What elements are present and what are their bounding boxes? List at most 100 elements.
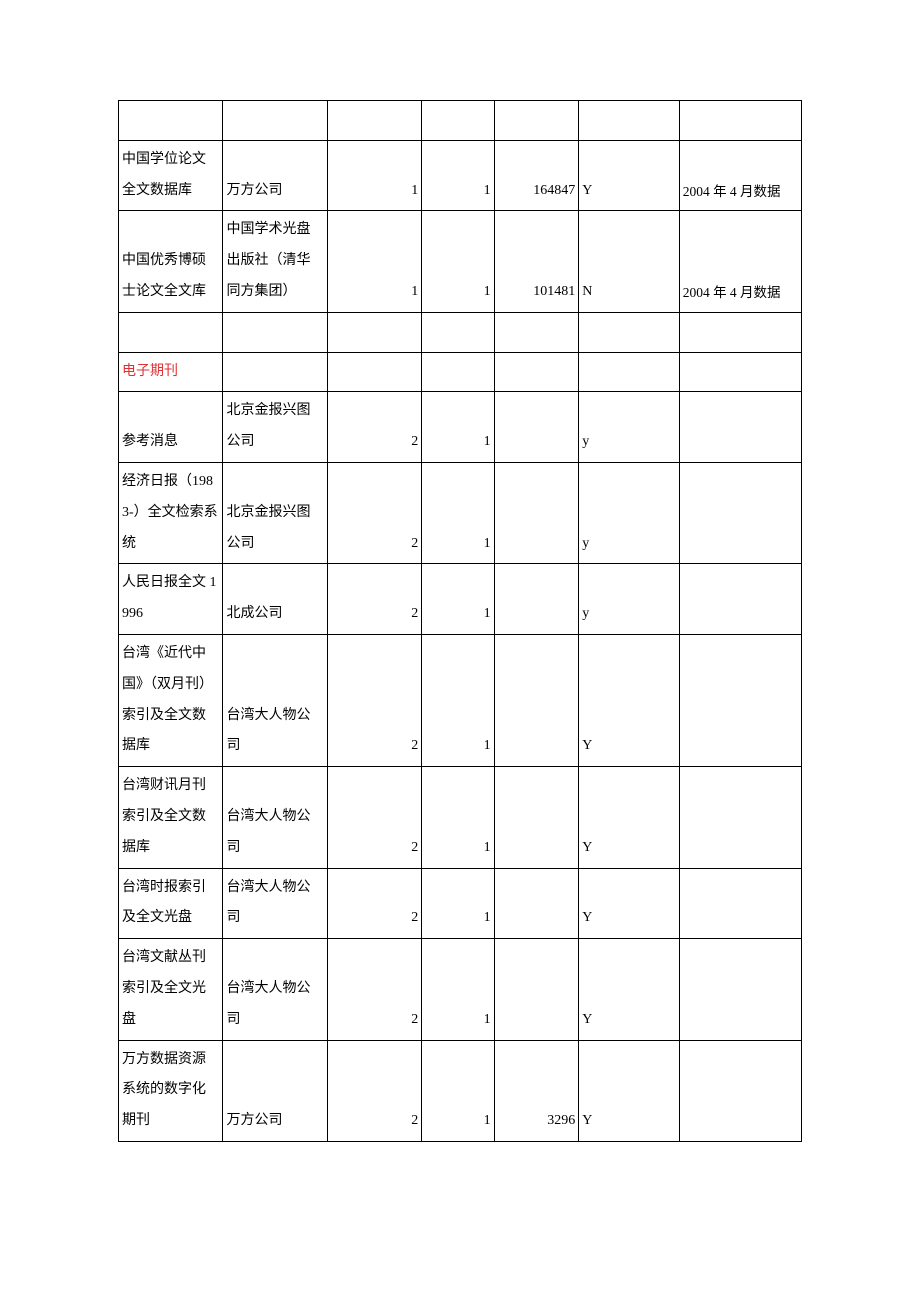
col-num-a: 2 [327, 634, 421, 766]
col-name: 台湾时报索引及全文光盘 [119, 868, 223, 939]
col-num-c [494, 939, 579, 1040]
col-publisher [223, 101, 327, 141]
table-row: 台湾时报索引及全文光盘台湾大人物公司21 Y [119, 868, 802, 939]
col-num-c [494, 767, 579, 868]
col-note [679, 392, 801, 463]
table-row [119, 101, 802, 141]
col-num-b [422, 312, 494, 352]
col-note [679, 1040, 801, 1141]
col-flag: y [579, 462, 679, 563]
col-num-b: 1 [422, 767, 494, 868]
table-row: 人民日报全文 1996北成公司21 y [119, 564, 802, 635]
col-num-c [494, 312, 579, 352]
col-num-c [494, 101, 579, 141]
col-num-c: 3296 [494, 1040, 579, 1141]
col-num-c [494, 868, 579, 939]
col-name: 台湾文献丛刊索引及全文光盘 [119, 939, 223, 1040]
col-num-b: 1 [422, 211, 494, 312]
col-publisher: 北京金报兴图公司 [223, 392, 327, 463]
col-note [679, 101, 801, 141]
col-note [679, 939, 801, 1040]
col-num-a: 2 [327, 462, 421, 563]
col-num-b [422, 352, 494, 392]
col-publisher: 台湾大人物公司 [223, 939, 327, 1040]
col-flag: Y [579, 767, 679, 868]
col-num-b: 1 [422, 634, 494, 766]
col-flag [579, 312, 679, 352]
col-note: 2004 年 4 月数据 [679, 211, 801, 312]
col-num-a [327, 352, 421, 392]
col-name: 人民日报全文 1996 [119, 564, 223, 635]
table-row: 电子期刊 [119, 352, 802, 392]
data-table: 中国学位论文全文数据库万方公司11164847Y2004 年 4 月数据中国优秀… [118, 100, 802, 1142]
col-num-a: 2 [327, 1040, 421, 1141]
col-name: 台湾财讯月刊索引及全文数据库 [119, 767, 223, 868]
col-note: 2004 年 4 月数据 [679, 140, 801, 211]
col-publisher: 北成公司 [223, 564, 327, 635]
col-num-b: 1 [422, 140, 494, 211]
col-flag [579, 101, 679, 141]
col-name: 经济日报（1983-）全文检索系统 [119, 462, 223, 563]
col-flag: Y [579, 868, 679, 939]
col-publisher: 台湾大人物公司 [223, 634, 327, 766]
table-row: 经济日报（1983-）全文检索系统北京金报兴图公司21 y [119, 462, 802, 563]
col-publisher [223, 312, 327, 352]
col-num-c [494, 634, 579, 766]
table-row: 中国学位论文全文数据库万方公司11164847Y2004 年 4 月数据 [119, 140, 802, 211]
col-num-b: 1 [422, 564, 494, 635]
col-note [679, 352, 801, 392]
col-num-c [494, 462, 579, 563]
col-note [679, 767, 801, 868]
col-flag: y [579, 392, 679, 463]
col-publisher: 台湾大人物公司 [223, 767, 327, 868]
col-name: 万方数据资源系统的数字化期刊 [119, 1040, 223, 1141]
col-num-b: 1 [422, 1040, 494, 1141]
col-num-b: 1 [422, 939, 494, 1040]
col-num-b: 1 [422, 392, 494, 463]
table-row: 台湾财讯月刊索引及全文数据库台湾大人物公司21 Y [119, 767, 802, 868]
col-publisher [223, 352, 327, 392]
col-name: 中国优秀博硕士论文全文库 [119, 211, 223, 312]
col-flag: Y [579, 939, 679, 1040]
table-row: 万方数据资源系统的数字化期刊万方公司213296Y [119, 1040, 802, 1141]
col-publisher: 台湾大人物公司 [223, 868, 327, 939]
col-num-c [494, 352, 579, 392]
col-publisher: 北京金报兴图公司 [223, 462, 327, 563]
col-note [679, 462, 801, 563]
col-flag [579, 352, 679, 392]
col-flag: Y [579, 140, 679, 211]
col-num-c: 101481 [494, 211, 579, 312]
col-num-a: 2 [327, 767, 421, 868]
table-body: 中国学位论文全文数据库万方公司11164847Y2004 年 4 月数据中国优秀… [119, 101, 802, 1142]
col-num-a: 2 [327, 564, 421, 635]
col-num-c [494, 564, 579, 635]
col-num-c: 164847 [494, 140, 579, 211]
col-note [679, 312, 801, 352]
col-name [119, 312, 223, 352]
table-row: 参考消息北京金报兴图公司21 y [119, 392, 802, 463]
col-publisher: 中国学术光盘出版社（清华同方集团） [223, 211, 327, 312]
col-name: 电子期刊 [119, 352, 223, 392]
col-num-a: 2 [327, 939, 421, 1040]
col-note [679, 564, 801, 635]
table-row: 中国优秀博硕士论文全文库中国学术光盘出版社（清华同方集团）11101481 N2… [119, 211, 802, 312]
col-publisher: 万方公司 [223, 140, 327, 211]
col-note [679, 868, 801, 939]
document-page: 中国学位论文全文数据库万方公司11164847Y2004 年 4 月数据中国优秀… [0, 0, 920, 1292]
col-num-b: 1 [422, 462, 494, 563]
col-flag: Y [579, 634, 679, 766]
col-num-a [327, 312, 421, 352]
col-name: 台湾《近代中国》（双月刊）索引及全文数据库 [119, 634, 223, 766]
col-flag: N [579, 211, 679, 312]
col-flag: Y [579, 1040, 679, 1141]
table-row: 台湾《近代中国》（双月刊）索引及全文数据库台湾大人物公司21 Y [119, 634, 802, 766]
table-row: 台湾文献丛刊索引及全文光盘台湾大人物公司21 Y [119, 939, 802, 1040]
col-name [119, 101, 223, 141]
col-num-a: 1 [327, 211, 421, 312]
col-name: 中国学位论文全文数据库 [119, 140, 223, 211]
col-flag: y [579, 564, 679, 635]
col-num-a: 2 [327, 868, 421, 939]
col-num-a: 1 [327, 140, 421, 211]
col-publisher: 万方公司 [223, 1040, 327, 1141]
col-note [679, 634, 801, 766]
